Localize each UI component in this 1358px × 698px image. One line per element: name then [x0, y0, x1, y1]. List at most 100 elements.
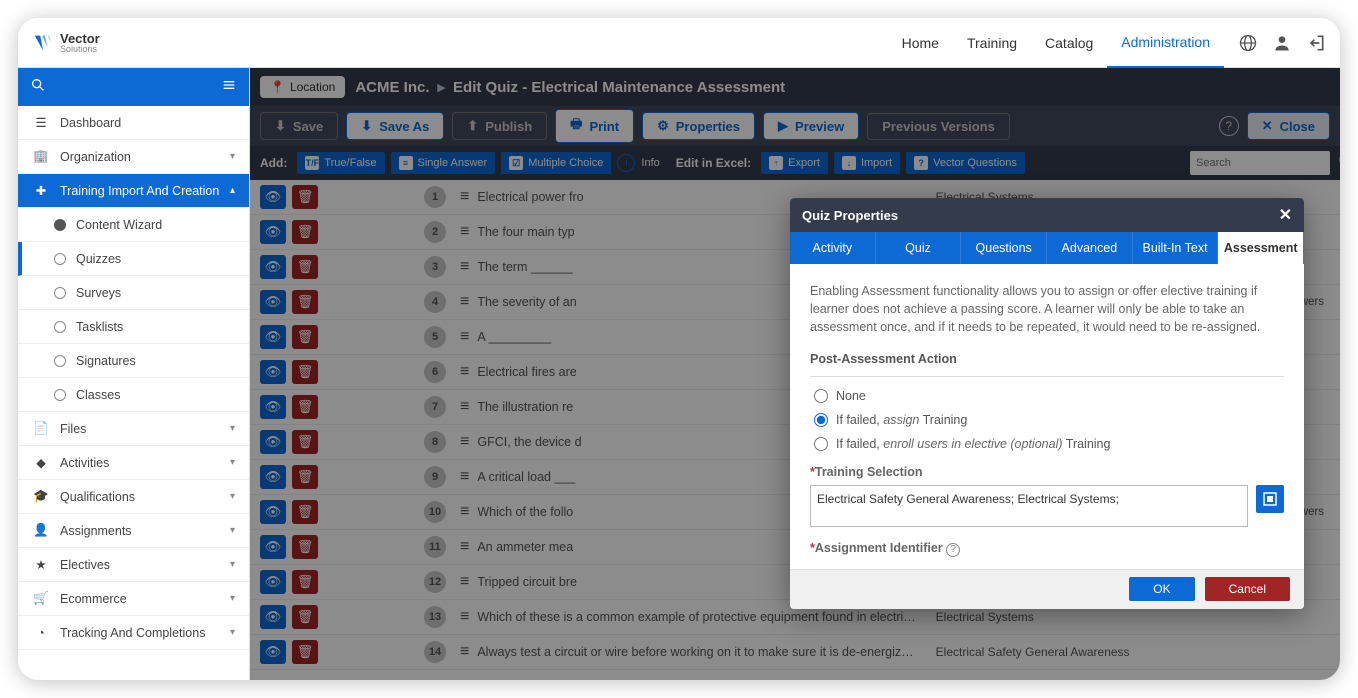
star-icon: ★ — [32, 557, 50, 572]
tab-assessment[interactable]: Assessment — [1218, 232, 1304, 264]
post-assessment-heading: Post-Assessment Action — [810, 352, 1284, 366]
sidebar-item-tracking[interactable]: ◔ Tracking And Completions ▾ — [18, 616, 249, 650]
cancel-button[interactable]: Cancel — [1205, 577, 1290, 601]
top-nav: Home Training Catalog Administration — [888, 18, 1224, 68]
bullet-icon — [54, 287, 66, 299]
sidebar-item-assignments[interactable]: 👤 Assignments ▾ — [18, 514, 249, 548]
tab-built-in-text[interactable]: Built-In Text — [1133, 232, 1219, 264]
chevron-down-icon: ▾ — [230, 559, 235, 570]
sidebar-item-activities[interactable]: ◆ Activities ▾ — [18, 446, 249, 480]
sidebar-label: Training Import And Creation — [60, 184, 219, 198]
brand-sub: Solutions — [60, 45, 100, 54]
assessment-description: Enabling Assessment functionality allows… — [810, 282, 1284, 336]
radio-assign-training[interactable]: If failed, assign Training — [814, 413, 1284, 427]
gauge-icon: ◔ — [32, 626, 50, 640]
chevron-down-icon: ▾ — [230, 627, 235, 638]
stack-icon: ☰ — [32, 115, 50, 130]
tab-questions[interactable]: Questions — [961, 232, 1047, 264]
dialog-tabs: Activity Quiz Questions Advanced Built-I… — [790, 232, 1304, 264]
sidebar-item-files[interactable]: 📄 Files ▾ — [18, 412, 249, 446]
bullet-icon — [54, 253, 66, 265]
sidebar-sub-label: Quizzes — [76, 252, 121, 266]
sidebar-label: Dashboard — [60, 116, 121, 130]
dialog-footer: OK Cancel — [790, 569, 1304, 609]
content-area: 📍Location ACME Inc. ▸ Edit Quiz - Electr… — [250, 68, 1340, 680]
sidebar-sub-signatures[interactable]: Signatures — [18, 344, 249, 378]
dialog-title: Quiz Properties — [802, 208, 898, 223]
sidebar-sub-content-wizard[interactable]: Content Wizard — [18, 208, 249, 242]
ok-button[interactable]: OK — [1129, 577, 1194, 601]
sidebar-item-electives[interactable]: ★ Electives ▾ — [18, 548, 249, 582]
sidebar-label: Qualifications — [60, 490, 135, 504]
radio-elective-training[interactable]: If failed, enroll users in elective (opt… — [814, 437, 1284, 451]
tab-activity[interactable]: Activity — [790, 232, 876, 264]
logout-icon[interactable] — [1306, 33, 1326, 53]
nav-catalog[interactable]: Catalog — [1031, 19, 1107, 67]
chevron-up-icon: ▴ — [230, 185, 235, 196]
sidebar-label: Assignments — [60, 524, 132, 538]
sidebar-label: Organization — [60, 150, 131, 164]
top-icon-group — [1238, 33, 1326, 53]
sidebar-label: Files — [60, 422, 86, 436]
sidebar-sub-label: Surveys — [76, 286, 121, 300]
chevron-down-icon: ▾ — [230, 593, 235, 604]
chevron-down-icon: ▾ — [230, 525, 235, 536]
sidebar-sub-label: Tasklists — [76, 320, 123, 334]
help-icon[interactable]: ? — [946, 543, 960, 557]
file-plus-icon: ✚ — [32, 183, 50, 198]
sidebar-label: Tracking And Completions — [60, 626, 205, 640]
select-training-button[interactable] — [1256, 485, 1284, 513]
training-selection-input[interactable] — [810, 485, 1248, 527]
top-header: VectorSolutions Home Training Catalog Ad… — [18, 18, 1340, 68]
nav-training[interactable]: Training — [953, 19, 1031, 67]
chevron-down-icon: ▾ — [230, 457, 235, 468]
sidebar: ☰ Dashboard 🏢 Organization ▾ ✚ Training Impo… — [18, 68, 250, 680]
sidebar-item-organization[interactable]: 🏢 Organization ▾ — [18, 140, 249, 174]
grad-icon: 🎓 — [32, 489, 50, 504]
sidebar-sub-surveys[interactable]: Surveys — [18, 276, 249, 310]
file-icon: 📄 — [32, 421, 50, 436]
sidebar-label: Activities — [60, 456, 109, 470]
dialog-header: Quiz Properties ✕ — [790, 198, 1304, 232]
quiz-properties-dialog: Quiz Properties ✕ Activity Quiz Question… — [790, 198, 1304, 609]
brand-logo: VectorSolutions — [32, 32, 100, 54]
sidebar-sub-label: Signatures — [76, 354, 136, 368]
sidebar-label: Electives — [60, 558, 110, 572]
dialog-body: Enabling Assessment functionality allows… — [790, 264, 1304, 569]
tab-advanced[interactable]: Advanced — [1047, 232, 1133, 264]
sidebar-sub-label: Classes — [76, 388, 120, 402]
nav-administration[interactable]: Administration — [1107, 18, 1224, 69]
bullet-icon — [54, 355, 66, 367]
sidebar-item-dashboard[interactable]: ☰ Dashboard — [18, 106, 249, 140]
sidebar-label: Ecommerce — [60, 592, 127, 606]
bullet-icon — [54, 321, 66, 333]
user-icon[interactable] — [1272, 33, 1292, 53]
radio-none[interactable]: None — [814, 389, 1284, 403]
chevron-down-icon: ▾ — [230, 491, 235, 502]
training-selection-label: Training Selection — [815, 465, 923, 479]
sidebar-item-training-import[interactable]: ✚ Training Import And Creation ▴ — [18, 174, 249, 208]
search-icon[interactable] — [30, 77, 46, 98]
chevron-down-icon: ▾ — [230, 423, 235, 434]
sidebar-header — [18, 68, 249, 106]
sidebar-item-ecommerce[interactable]: 🛒 Ecommerce ▾ — [18, 582, 249, 616]
tab-quiz[interactable]: Quiz — [876, 232, 962, 264]
nav-home[interactable]: Home — [888, 19, 953, 67]
bullet-icon — [54, 389, 66, 401]
sidebar-sub-quizzes[interactable]: Quizzes — [18, 242, 249, 276]
book-icon: ◆ — [32, 455, 50, 470]
sidebar-sub-classes[interactable]: Classes — [18, 378, 249, 412]
cart-icon: 🛒 — [32, 591, 50, 606]
globe-icon[interactable] — [1238, 33, 1258, 53]
bullet-icon — [54, 219, 66, 231]
logo-icon — [32, 32, 54, 54]
user-plus-icon: 👤 — [32, 523, 50, 538]
assignment-id-label: Assignment Identifier — [815, 541, 943, 555]
close-icon[interactable]: ✕ — [1279, 205, 1292, 225]
sidebar-sub-label: Content Wizard — [76, 218, 162, 232]
building-icon: 🏢 — [32, 149, 50, 164]
sidebar-item-qualifications[interactable]: 🎓 Qualifications ▾ — [18, 480, 249, 514]
chevron-down-icon: ▾ — [230, 151, 235, 162]
sidebar-sub-tasklists[interactable]: Tasklists — [18, 310, 249, 344]
hamburger-icon[interactable] — [221, 77, 237, 98]
